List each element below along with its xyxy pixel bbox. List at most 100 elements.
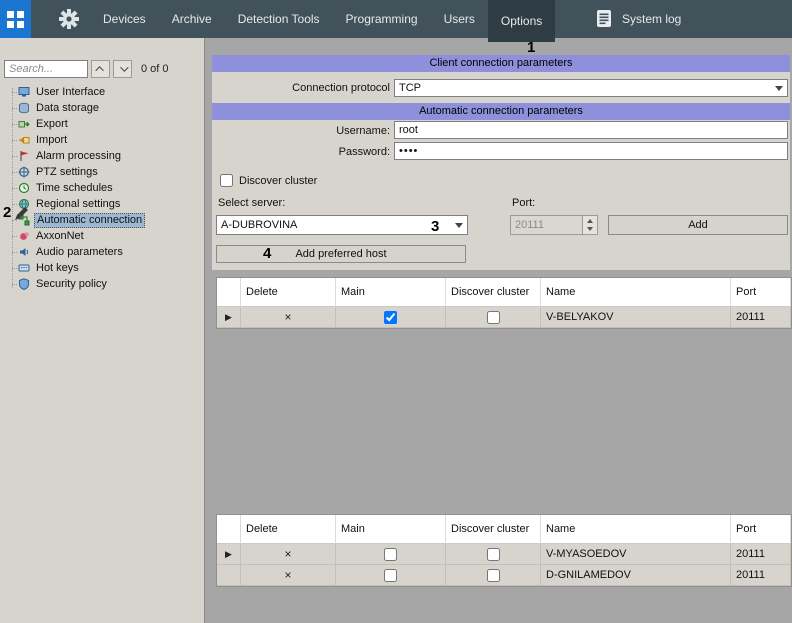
sidebar-item-user-interface[interactable]: User Interface	[0, 84, 205, 100]
column-selector	[217, 515, 241, 544]
sidebar: 0 of 0 User Interface Data storage Expor…	[0, 38, 205, 623]
discover-cluster-checkbox[interactable]	[220, 174, 233, 187]
host-name-cell: D-GNILAMEDOV	[541, 565, 731, 586]
chevron-down-icon	[455, 223, 463, 228]
sidebar-item-data-storage[interactable]: Data storage	[0, 100, 205, 116]
column-name: Name	[541, 515, 731, 544]
servers-table: Delete Main Discover cluster Name Port ▶…	[216, 514, 792, 587]
settings-tree: User Interface Data storage Export Impor…	[0, 84, 205, 292]
port-spinner-buttons[interactable]	[582, 216, 597, 234]
client-connection-header: Client connection parameters	[212, 55, 790, 72]
app-grid-icon	[7, 11, 24, 28]
spinner-up-icon	[587, 219, 593, 223]
shield-icon	[18, 278, 30, 290]
select-server-label: Select server:	[218, 197, 285, 209]
tab-programming[interactable]: Programming	[333, 0, 431, 38]
add-preferred-host-button[interactable]: Add preferred host	[216, 245, 466, 263]
connection-form: Client connection parameters Connection …	[212, 55, 790, 270]
tab-detection-tools[interactable]: Detection Tools	[225, 0, 333, 38]
port-label: Port:	[512, 197, 535, 209]
alarm-flag-icon	[18, 150, 30, 162]
main-checkbox[interactable]	[384, 311, 397, 324]
search-result-count: 0 of 0	[141, 63, 169, 75]
main-checkbox[interactable]	[384, 569, 397, 582]
row-selector-icon: ▶	[225, 549, 232, 560]
column-port: Port	[731, 515, 791, 544]
host-name-cell: V-MYASOEDOV	[541, 544, 731, 565]
gear-icon	[58, 8, 80, 30]
row-selector-cell[interactable]	[217, 565, 241, 586]
chevron-up-icon	[95, 66, 103, 74]
delete-row-button[interactable]: ×	[241, 307, 336, 328]
discover-cluster-checkbox[interactable]	[487, 569, 500, 582]
server-select-value: A-DUBROVINA	[221, 219, 297, 231]
delete-row-button[interactable]: ×	[241, 565, 336, 586]
sidebar-item-time-schedules[interactable]: Time schedules	[0, 180, 205, 196]
tab-devices[interactable]: Devices	[90, 0, 159, 38]
sidebar-item-security-policy[interactable]: Security policy	[0, 276, 205, 292]
spinner-down-icon	[587, 227, 593, 231]
sidebar-item-hot-keys[interactable]: Hot keys	[0, 260, 205, 276]
keyboard-icon	[18, 262, 30, 274]
password-field[interactable]: ••••	[394, 142, 788, 160]
annotation-step-4: 4	[263, 246, 271, 261]
host-port-cell: 20111	[731, 544, 791, 565]
sidebar-item-regional-settings[interactable]: Regional settings	[0, 196, 205, 212]
main-cell	[336, 565, 446, 586]
annotation-step-1: 1	[527, 40, 535, 55]
main-checkbox[interactable]	[384, 548, 397, 561]
add-button[interactable]: Add	[608, 215, 788, 235]
sidebar-item-export[interactable]: Export	[0, 116, 205, 132]
search-input[interactable]	[4, 60, 88, 78]
column-main: Main	[336, 515, 446, 544]
toolbar-tabs: Devices Archive Detection Tools Programm…	[90, 0, 555, 38]
connection-protocol-label: Connection protocol	[292, 82, 390, 94]
column-selector	[217, 278, 241, 307]
settings-gear-button[interactable]	[52, 0, 86, 38]
tab-archive[interactable]: Archive	[159, 0, 225, 38]
sidebar-item-ptz-settings[interactable]: PTZ settings	[0, 164, 205, 180]
storage-icon	[18, 102, 30, 114]
clock-icon	[18, 182, 30, 194]
tab-users[interactable]: Users	[431, 0, 488, 38]
system-log-label: System log	[622, 12, 681, 26]
search-prev-button[interactable]	[91, 60, 110, 78]
automatic-connection-header: Automatic connection parameters	[212, 103, 790, 120]
app-menu-button[interactable]	[0, 0, 31, 38]
port-value: 20111	[511, 216, 582, 234]
main-cell	[336, 544, 446, 565]
connection-protocol-value: TCP	[399, 82, 421, 94]
annotation-step-3: 3	[431, 219, 439, 234]
discover-cluster-cell	[446, 544, 541, 565]
speaker-icon	[18, 246, 30, 258]
system-log-icon	[596, 9, 612, 29]
sidebar-item-alarm-processing[interactable]: Alarm processing	[0, 148, 205, 164]
discover-cluster-option: Discover cluster	[220, 174, 317, 187]
username-field[interactable]: root	[394, 121, 788, 139]
discover-cluster-checkbox[interactable]	[487, 548, 500, 561]
import-icon	[18, 134, 30, 146]
system-log-button[interactable]: System log	[596, 0, 681, 38]
chevron-down-icon	[120, 63, 128, 71]
host-port-cell: 20111	[731, 307, 791, 328]
discover-cluster-checkbox[interactable]	[487, 311, 500, 324]
axxonnet-cloud-icon	[18, 230, 30, 242]
sidebar-item-import[interactable]: Import	[0, 132, 205, 148]
row-selector-cell[interactable]: ▶	[217, 307, 241, 328]
column-delete: Delete	[241, 515, 336, 544]
monitor-icon	[18, 86, 30, 98]
sidebar-item-axxonnet[interactable]: AxxonNet	[0, 228, 205, 244]
connection-protocol-select[interactable]: TCP	[394, 79, 788, 97]
delete-row-button[interactable]: ×	[241, 544, 336, 565]
discover-cluster-cell	[446, 307, 541, 328]
annotation-step-2: 2	[3, 205, 11, 220]
tab-options[interactable]: Options	[488, 0, 555, 42]
column-delete: Delete	[241, 278, 336, 307]
row-selector-cell[interactable]: ▶	[217, 544, 241, 565]
port-input[interactable]: 20111	[510, 215, 598, 235]
search-next-button[interactable]	[113, 60, 132, 78]
sidebar-item-audio-parameters[interactable]: Audio parameters	[0, 244, 205, 260]
column-discover-cluster: Discover cluster	[446, 515, 541, 544]
app-window: Devices Archive Detection Tools Programm…	[0, 0, 792, 623]
sidebar-item-automatic-connection[interactable]: Automatic connection	[0, 212, 205, 228]
